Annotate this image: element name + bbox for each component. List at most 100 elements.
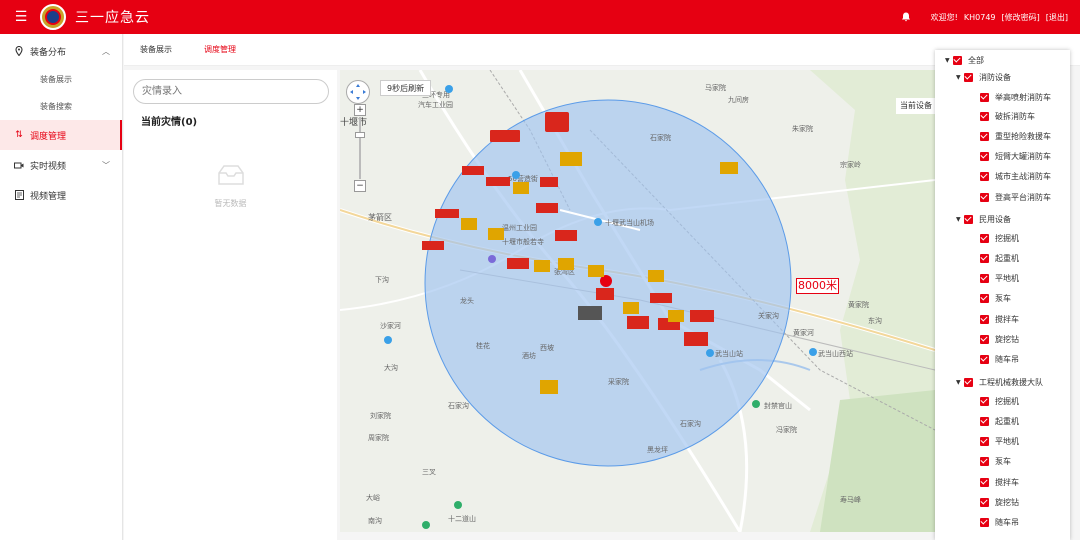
filter-item[interactable]: 旋挖钻 <box>980 333 1019 345</box>
filter-item[interactable]: 破拆消防车 <box>980 110 1035 122</box>
sidebar-item-video-management[interactable]: 视频管理 <box>0 180 122 210</box>
checkbox-checked-icon[interactable] <box>980 171 989 181</box>
filter-item-label: 登高平台消防车 <box>995 192 1051 202</box>
filter-item[interactable]: 短臂大罐消防车 <box>980 150 1051 162</box>
filter-item-label: 泵车 <box>995 293 1011 303</box>
checkbox-checked-icon[interactable] <box>980 416 989 426</box>
checkbox-checked-icon[interactable] <box>980 192 989 202</box>
tab-equipment-display[interactable]: 装备展示 <box>124 34 188 66</box>
filter-group-rescue-team[interactable]: ▼ 工程机械救援大队 <box>956 376 1043 388</box>
filter-item[interactable]: 搅拌车 <box>980 476 1019 488</box>
logout-link[interactable]: [退出] <box>1046 12 1068 23</box>
map-label: 大沟 <box>384 363 398 372</box>
sidebar-group-video[interactable]: 实时视频 ﹀ <box>0 150 122 180</box>
filter-item[interactable]: 平地机 <box>980 272 1019 284</box>
welcome-text: 欢迎您! <box>930 12 958 22</box>
filter-item[interactable]: 举高喷射消防车 <box>980 91 1051 103</box>
checkbox-checked-icon[interactable] <box>980 111 989 121</box>
sidebar-group-label: 调度管理 <box>30 131 67 142</box>
checkbox-checked-icon[interactable] <box>964 72 973 82</box>
filter-item[interactable]: 旋挖钻 <box>980 496 1019 508</box>
checkbox-checked-icon[interactable] <box>980 253 989 263</box>
app-title: 三一应急云 <box>75 10 150 26</box>
caret-down-icon[interactable]: ▼ <box>945 57 953 64</box>
zoom-slider-handle[interactable] <box>355 132 365 138</box>
zoom-slider-track[interactable] <box>359 117 361 179</box>
sidebar-item-equipment-search[interactable]: 装备搜索 <box>0 93 122 120</box>
filter-item[interactable]: 城市主战消防车 <box>980 170 1051 182</box>
checkbox-checked-icon[interactable] <box>980 396 989 406</box>
filter-item-label: 城市主战消防车 <box>995 171 1051 181</box>
map-label: 温州工业园 <box>502 223 537 232</box>
map-zoom-control[interactable]: + − <box>354 104 366 194</box>
filter-item[interactable]: 搅拌车 <box>980 313 1019 325</box>
bell-icon[interactable] <box>901 12 911 22</box>
checkbox-checked-icon[interactable] <box>964 377 973 387</box>
sidebar: 装备分布 ︿ 装备展示 装备搜索 ⇅ 调度管理 实时视频 ﹀ 视频管理 <box>0 34 123 540</box>
checkbox-checked-icon[interactable] <box>980 233 989 243</box>
checkbox-checked-icon[interactable] <box>980 334 989 344</box>
menu-toggle-icon[interactable]: ☰ <box>12 0 30 34</box>
filter-item[interactable]: 挖掘机 <box>980 395 1019 407</box>
checkbox-checked-icon[interactable] <box>980 497 989 507</box>
checkbox-checked-icon[interactable] <box>980 293 989 303</box>
map-label: 黑龙坪 <box>647 445 668 454</box>
filter-item-label: 挖掘机 <box>995 396 1019 406</box>
sidebar-group-equipment[interactable]: 装备分布 ︿ <box>0 36 122 66</box>
tab-dispatch[interactable]: 调度管理 <box>188 34 252 66</box>
username: KH0749 <box>963 12 996 22</box>
map-canvas[interactable]: 三环专用 汽车工业园 十堰市 50营造街 温州工业园 十堰市般若寺 十堰武当山机… <box>340 70 935 532</box>
zoom-out-button[interactable]: − <box>354 180 366 192</box>
filter-item[interactable]: 登高平台消防车 <box>980 191 1051 203</box>
zoom-in-button[interactable]: + <box>354 104 366 116</box>
checkbox-checked-icon[interactable] <box>980 151 989 161</box>
map-label: 十堰武当山机场 <box>605 218 654 227</box>
filter-all[interactable]: ▼ 全部 <box>945 54 984 66</box>
checkbox-checked-icon[interactable] <box>980 273 989 283</box>
checkbox-checked-icon[interactable] <box>980 436 989 446</box>
sidebar-item-equipment-display[interactable]: 装备展示 <box>0 66 122 93</box>
checkbox-checked-icon[interactable] <box>964 214 973 224</box>
filter-label: 全部 <box>968 55 984 65</box>
caret-down-icon[interactable]: ▼ <box>956 216 964 223</box>
filter-item[interactable]: 泵车 <box>980 455 1011 467</box>
checkbox-checked-icon[interactable] <box>980 314 989 324</box>
map-label: 南沟 <box>368 516 382 525</box>
change-password-link[interactable]: [修改密码] <box>1002 12 1040 23</box>
filter-item[interactable]: 挖掘机 <box>980 232 1019 244</box>
map-label: 周家院 <box>368 433 389 442</box>
map-label: 三叉 <box>422 468 436 476</box>
sidebar-item-dispatch[interactable]: ⇅ 调度管理 <box>0 120 122 150</box>
equipment-filter-panel: ▼ 全部 ▼ 消防设备 举高喷射消防车 破拆消防车 重型抢险救援车 短臂大罐消防车 … <box>935 50 1070 540</box>
checkbox-checked-icon[interactable] <box>980 517 989 527</box>
filter-item-label: 平地机 <box>995 436 1019 446</box>
filter-item[interactable]: 随车吊 <box>980 353 1019 365</box>
filter-item-label: 挖掘机 <box>995 233 1019 243</box>
filter-group-label: 工程机械救援大队 <box>979 377 1043 387</box>
filter-item-label: 短臂大罐消防车 <box>995 151 1051 161</box>
checkbox-checked-icon[interactable] <box>980 354 989 364</box>
checkbox-checked-icon[interactable] <box>980 456 989 466</box>
checkbox-checked-icon[interactable] <box>980 131 989 141</box>
checkbox-checked-icon[interactable] <box>953 55 962 65</box>
filter-item-label: 重型抢险救援车 <box>995 131 1051 141</box>
map-label: 石家院 <box>650 133 671 142</box>
filter-item[interactable]: 泵车 <box>980 292 1011 304</box>
filter-item[interactable]: 随车吊 <box>980 516 1019 528</box>
caret-down-icon[interactable]: ▼ <box>956 379 964 386</box>
filter-group-fire[interactable]: ▼ 消防设备 <box>956 71 1011 83</box>
filter-group-civil[interactable]: ▼ 民用设备 <box>956 213 1011 225</box>
map-pan-control[interactable] <box>346 80 370 104</box>
checkbox-checked-icon[interactable] <box>980 477 989 487</box>
filter-item-label: 旋挖钻 <box>995 334 1019 344</box>
checkbox-checked-icon[interactable] <box>980 92 989 102</box>
disaster-search-input[interactable] <box>133 79 329 104</box>
filter-item[interactable]: 起重机 <box>980 252 1019 264</box>
current-equipment-label[interactable]: 当前设备 <box>896 98 935 114</box>
map-label: 酒坊 <box>522 351 536 360</box>
filter-item[interactable]: 起重机 <box>980 415 1019 427</box>
caret-down-icon[interactable]: ▼ <box>956 74 964 81</box>
map[interactable]: 三环专用 汽车工业园 十堰市 50营造街 温州工业园 十堰市般若寺 十堰武当山机… <box>340 70 935 532</box>
filter-item[interactable]: 平地机 <box>980 435 1019 447</box>
filter-item[interactable]: 重型抢险救援车 <box>980 130 1051 142</box>
